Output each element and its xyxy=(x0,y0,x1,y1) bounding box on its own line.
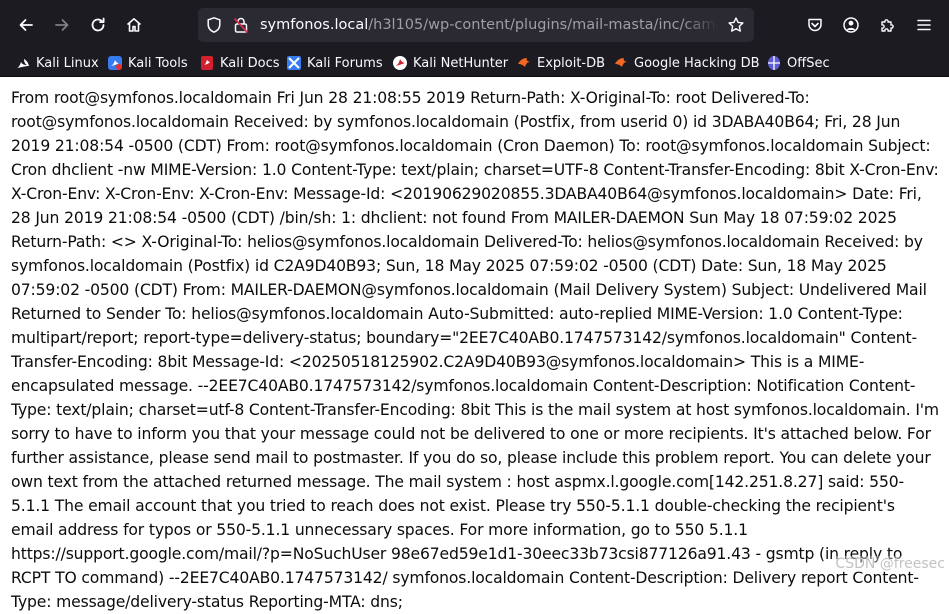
reload-button[interactable] xyxy=(82,9,114,41)
puzzle-piece-icon xyxy=(881,19,894,32)
account-icon xyxy=(843,17,859,33)
bookmark-kali-docs[interactable]: Kali Docs xyxy=(199,52,280,74)
bookmark-label: OffSec xyxy=(787,55,830,71)
back-button[interactable] xyxy=(10,9,42,41)
bookmarks-toolbar: Kali Linux Kali Tools Kali Docs Kali For… xyxy=(0,50,949,77)
browser-toolbar: symfonos.local/h3l105/wp-content/plugins… xyxy=(0,0,949,50)
address-bar[interactable]: symfonos.local/h3l105/wp-content/plugins… xyxy=(198,8,754,42)
url-path: /h3l105/wp-content/plugins/mail-masta/in… xyxy=(368,17,718,33)
bookmark-offsec[interactable]: OffSec xyxy=(766,52,830,74)
bookmark-label: Kali Forums xyxy=(307,55,383,71)
hamburger-menu-icon xyxy=(917,19,931,31)
bookmark-label: Kali Tools xyxy=(128,55,188,71)
kali-tools-icon xyxy=(107,55,123,71)
kali-docs-icon xyxy=(199,55,215,71)
kali-dragon-icon xyxy=(15,55,31,71)
watermark: CSDN @freesec xyxy=(835,556,945,572)
insecure-lock-icon[interactable] xyxy=(232,16,250,34)
forward-arrow-icon xyxy=(55,19,69,31)
bookmark-label: Kali NetHunter xyxy=(413,55,509,71)
bookmark-label: Kali Docs xyxy=(220,55,280,71)
kali-forums-icon xyxy=(286,55,302,71)
back-arrow-icon xyxy=(19,19,33,31)
bookmark-label: Exploit-DB xyxy=(537,55,606,71)
pocket-icon xyxy=(808,18,822,32)
reload-icon xyxy=(91,17,105,32)
bookmark-label: Google Hacking DB xyxy=(634,55,760,71)
home-icon xyxy=(126,18,142,32)
url-text[interactable]: symfonos.local/h3l105/wp-content/plugins… xyxy=(260,15,718,35)
mail-spool-text: From root@symfonos.localdomain Fri Jun 2… xyxy=(11,89,939,611)
ghdb-icon xyxy=(613,55,629,71)
bookmark-kali-forums[interactable]: Kali Forums xyxy=(286,52,383,74)
bookmark-exploit-db[interactable]: Exploit-DB xyxy=(516,52,605,74)
bookmark-google-hacking-db[interactable]: Google Hacking DB xyxy=(613,52,760,74)
bookmark-label: Kali Linux xyxy=(36,55,99,71)
menu-button[interactable] xyxy=(908,9,940,41)
tracking-protection-shield-icon[interactable] xyxy=(205,16,223,34)
pocket-button[interactable] xyxy=(799,9,831,41)
bookmark-star-icon[interactable] xyxy=(727,16,745,34)
forward-button[interactable] xyxy=(46,9,78,41)
offsec-icon xyxy=(766,55,782,71)
account-button[interactable] xyxy=(835,9,867,41)
exploit-db-icon xyxy=(516,55,532,71)
bookmark-kali-tools[interactable]: Kali Tools xyxy=(107,52,188,74)
bookmark-kali-linux[interactable]: Kali Linux xyxy=(15,52,99,74)
bookmark-kali-nethunter[interactable]: Kali NetHunter xyxy=(392,52,508,74)
home-button[interactable] xyxy=(118,9,150,41)
extensions-button[interactable] xyxy=(872,9,904,41)
kali-nethunter-icon xyxy=(392,55,408,71)
url-host: symfonos.local xyxy=(260,17,369,33)
